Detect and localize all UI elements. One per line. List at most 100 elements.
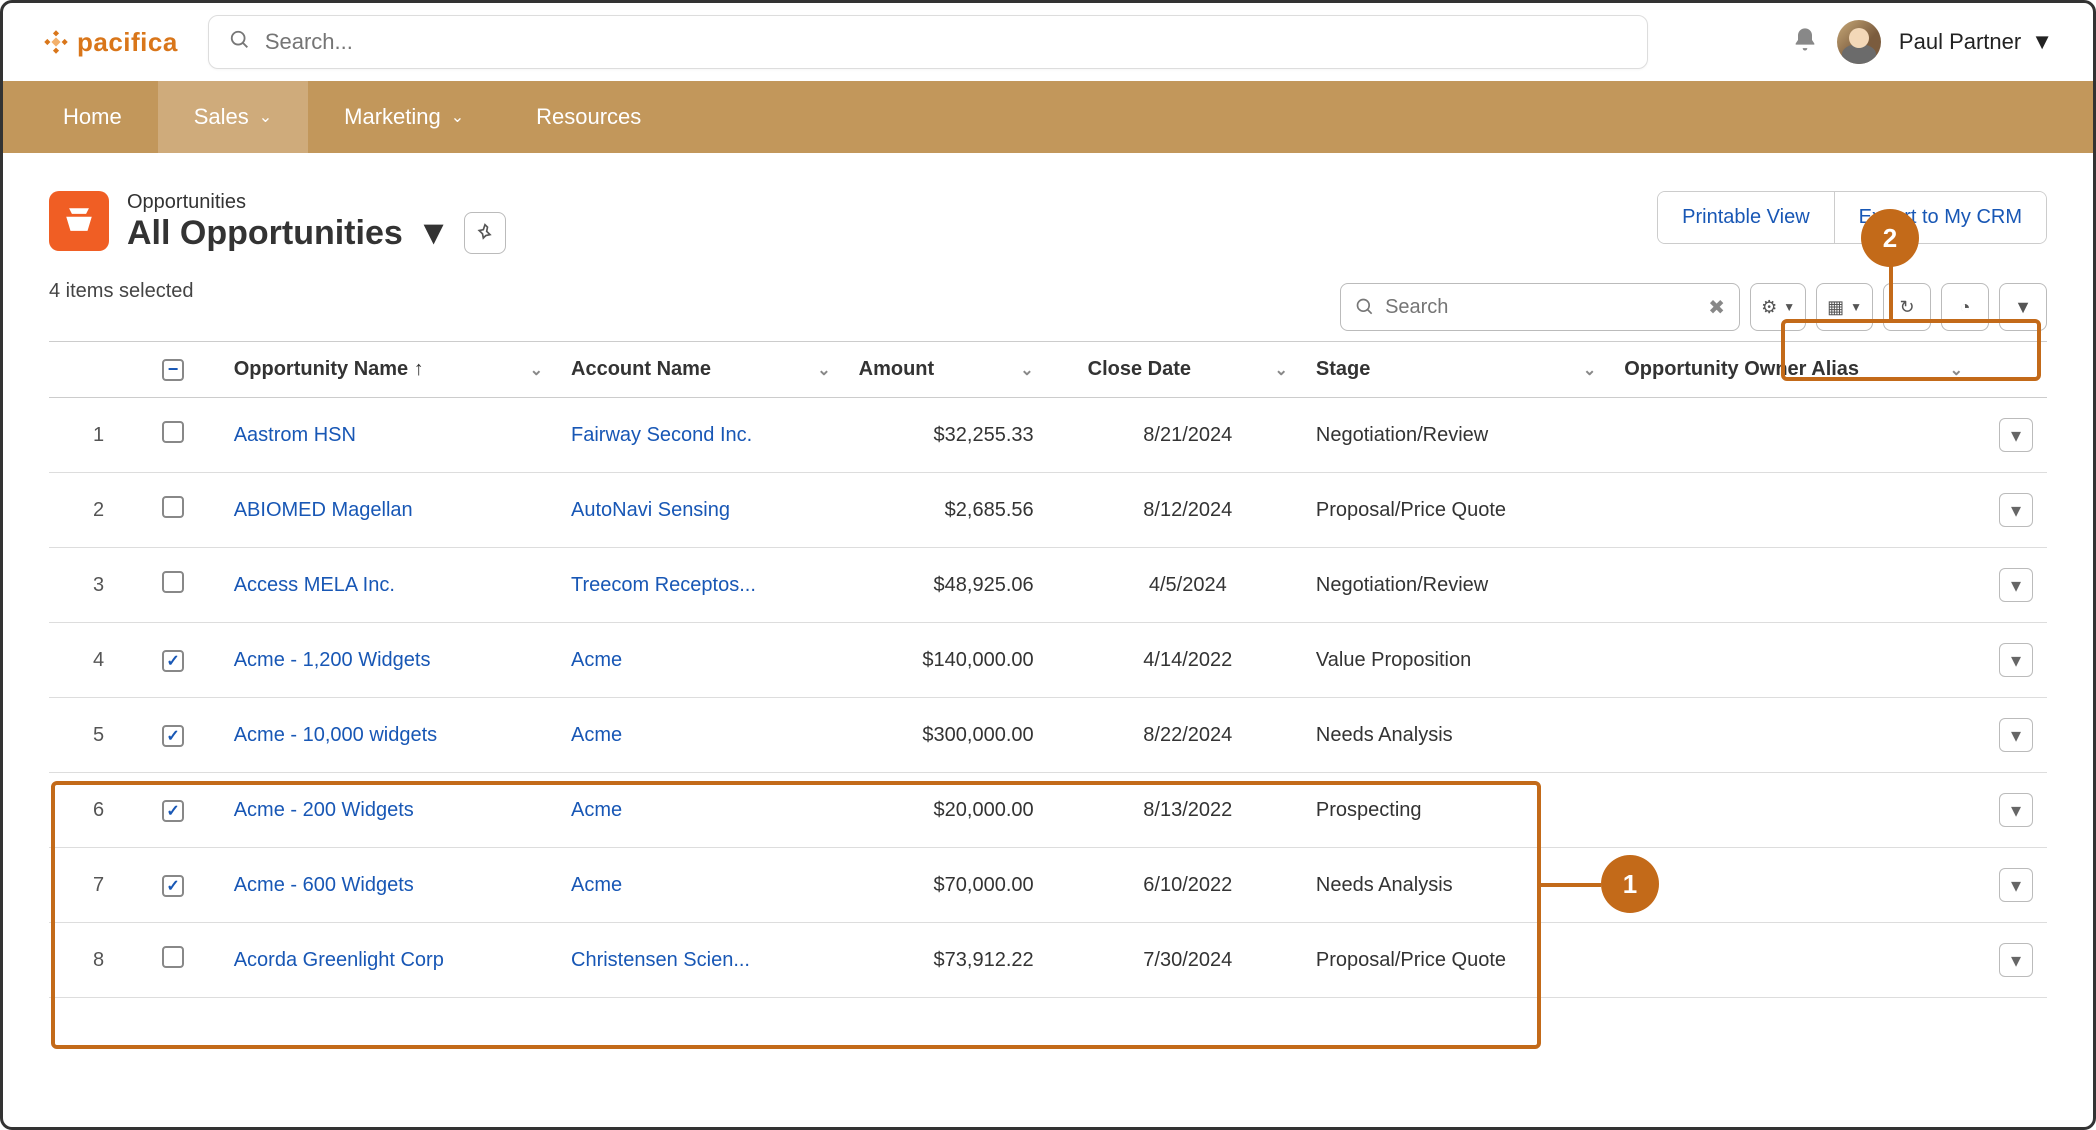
brand-logo: pacifica [43,27,178,58]
row-actions-button[interactable]: ▾ [1999,718,2033,752]
top-bar: pacifica Paul Partner ▼ [3,3,2093,81]
row-select-cell[interactable] [148,848,220,923]
row-select-cell[interactable] [148,773,220,848]
account-link[interactable]: Acme [571,649,622,671]
opportunity-icon [49,191,109,251]
col-opportunity-name[interactable]: Opportunity Name ↑⌄ [220,342,557,398]
global-search[interactable] [208,15,1648,69]
opportunity-link[interactable]: Acorda Greenlight Corp [234,949,444,971]
row-select-cell[interactable] [148,398,220,473]
pie-chart-icon: ◔ [1960,297,1971,318]
display-as-button[interactable]: ▦▼ [1816,283,1873,331]
row-checkbox[interactable] [162,421,184,443]
row-select-cell[interactable] [148,698,220,773]
account-link[interactable]: Acme [571,799,622,821]
chevron-down-icon[interactable]: ⌄ [1020,360,1033,380]
row-number: 4 [49,623,148,698]
row-number: 8 [49,923,148,998]
opportunity-link[interactable]: Acme - 10,000 widgets [234,724,437,746]
col-actions [1977,342,2047,398]
row-select-cell[interactable] [148,923,220,998]
row-actions-button[interactable]: ▾ [1999,418,2033,452]
list-settings-button[interactable]: ⚙▼ [1750,283,1806,331]
account-link[interactable]: Acme [571,874,622,896]
chevron-down-icon[interactable]: ⌄ [1583,360,1596,380]
gear-icon: ⚙ [1761,297,1777,318]
user-menu[interactable]: Paul Partner ▼ [1899,29,2053,55]
export-to-crm-button[interactable]: Export to My CRM [1834,192,2046,243]
account-link[interactable]: Fairway Second Inc. [571,424,752,446]
cell-actions: ▾ [1977,698,2047,773]
pin-button[interactable] [464,212,506,254]
cell-owner [1610,848,1977,923]
chevron-down-icon[interactable]: ⌄ [1950,360,1963,380]
col-stage[interactable]: Stage⌄ [1302,342,1610,398]
chart-button[interactable]: ◔ [1941,283,1989,331]
account-link[interactable]: Acme [571,724,622,746]
nav-sales[interactable]: Sales⌄ [158,81,308,153]
cell-close-date: 8/12/2024 [1074,473,1302,548]
refresh-button[interactable]: ↻ [1883,283,1931,331]
table-row: 6Acme - 200 WidgetsAcme$20,000.008/13/20… [49,773,2047,848]
cell-owner [1610,398,1977,473]
list-view-name: All Opportunities [127,214,403,253]
cell-owner [1610,548,1977,623]
select-all-checkbox[interactable] [162,359,184,381]
row-actions-button[interactable]: ▾ [1999,493,2033,527]
object-kicker: Opportunities [127,191,506,214]
opportunity-link[interactable]: Access MELA Inc. [234,574,395,596]
brand-icon [43,29,69,55]
table-row: 1Aastrom HSNFairway Second Inc.$32,255.3… [49,398,2047,473]
chevron-down-icon[interactable]: ⌄ [817,360,830,380]
row-checkbox[interactable] [162,571,184,593]
cell-amount: $140,000.00 [845,623,1074,698]
col-owner-alias[interactable]: Opportunity Owner Alias⌄ [1610,342,1977,398]
account-link[interactable]: Treecom Receptos... [571,574,756,596]
avatar[interactable] [1837,20,1881,64]
row-actions-button[interactable]: ▾ [1999,868,2033,902]
nav-resources[interactable]: Resources [500,81,677,153]
list-toolbar: ✖ ⚙▼ ▦▼ ↻ ◔ ▼ [1340,283,2047,331]
opportunity-link[interactable]: ABIOMED Magellan [234,499,413,521]
row-checkbox[interactable] [162,725,184,747]
nav-home[interactable]: Home [27,81,158,153]
nav-marketing[interactable]: Marketing⌄ [308,81,500,153]
chevron-down-icon[interactable]: ⌄ [1275,360,1288,380]
row-checkbox[interactable] [162,496,184,518]
opportunity-link[interactable]: Acme - 1,200 Widgets [234,649,431,671]
account-link[interactable]: Christensen Scien... [571,949,750,971]
row-select-cell[interactable] [148,623,220,698]
row-checkbox[interactable] [162,650,184,672]
row-checkbox[interactable] [162,875,184,897]
list-search[interactable]: ✖ [1340,283,1740,331]
opportunity-link[interactable]: Aastrom HSN [234,424,356,446]
filter-button[interactable]: ▼ [1999,283,2047,331]
row-select-cell[interactable] [148,473,220,548]
clear-icon[interactable]: ✖ [1708,295,1725,320]
col-amount[interactable]: Amount⌄ [845,342,1074,398]
printable-view-button[interactable]: Printable View [1658,192,1833,243]
col-select-all[interactable] [148,342,220,398]
account-link[interactable]: AutoNavi Sensing [571,499,730,521]
row-number: 6 [49,773,148,848]
table-row: 3Access MELA Inc.Treecom Receptos...$48,… [49,548,2047,623]
row-actions-button[interactable]: ▾ [1999,793,2033,827]
col-close-date[interactable]: Close Date⌄ [1074,342,1302,398]
chevron-down-icon[interactable]: ⌄ [530,360,543,380]
global-search-input[interactable] [265,29,1627,55]
opportunity-link[interactable]: Acme - 600 Widgets [234,874,414,896]
opportunity-table: Opportunity Name ↑⌄ Account Name⌄ Amount… [49,341,2047,998]
row-actions-button[interactable]: ▾ [1999,568,2033,602]
list-view-title[interactable]: All Opportunities ▼ [127,212,506,254]
list-search-input[interactable] [1385,296,1698,319]
row-actions-button[interactable]: ▾ [1999,943,2033,977]
col-account-name[interactable]: Account Name⌄ [557,342,845,398]
row-actions-button[interactable]: ▾ [1999,643,2033,677]
opportunity-link[interactable]: Acme - 200 Widgets [234,799,414,821]
row-select-cell[interactable] [148,548,220,623]
cell-close-date: 8/21/2024 [1074,398,1302,473]
row-checkbox[interactable] [162,946,184,968]
notifications-icon[interactable] [1791,26,1819,59]
cell-amount: $32,255.33 [845,398,1074,473]
row-checkbox[interactable] [162,800,184,822]
